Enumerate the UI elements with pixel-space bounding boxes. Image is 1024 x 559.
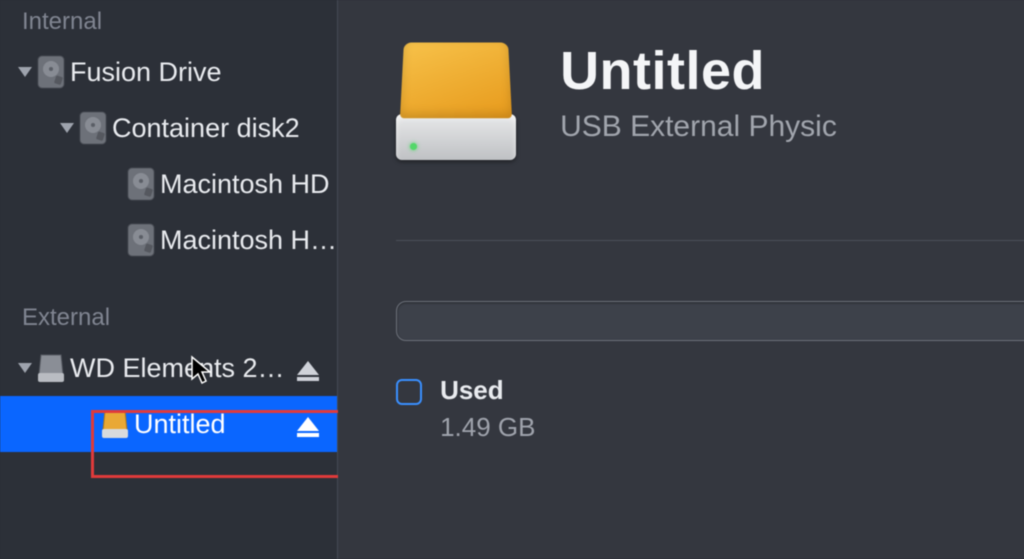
sidebar-item-macintosh-hd-data[interactable]: Macintosh H…	[0, 212, 337, 268]
sidebar-item-label: Fusion Drive	[70, 57, 337, 88]
used-swatch	[396, 379, 422, 405]
usage-legend: Used 1.49 GB	[396, 375, 1024, 443]
sidebar: Internal Fusion Drive	[0, 0, 338, 559]
section-heading-internal: Internal	[0, 6, 337, 44]
sidebar-item-wd-elements[interactable]: WD Elements 2…	[0, 340, 337, 396]
sidebar-item-label: WD Elements 2…	[70, 353, 300, 384]
chevron-down-icon[interactable]	[60, 123, 74, 133]
used-label: Used	[440, 375, 535, 406]
section-heading-external: External	[0, 302, 337, 340]
volume-icon	[396, 40, 516, 160]
sidebar-item-label: Macintosh H…	[160, 225, 337, 256]
hdd-icon	[122, 222, 160, 258]
hdd-icon	[74, 110, 112, 146]
chevron-down-icon[interactable]	[18, 67, 32, 77]
sidebar-item-container-disk2[interactable]: Container disk2	[0, 100, 337, 156]
eject-icon[interactable]	[297, 361, 319, 375]
sidebar-item-untitled[interactable]: Untitled	[0, 396, 337, 452]
sidebar-item-macintosh-hd[interactable]: Macintosh HD	[0, 156, 337, 212]
volume-subtitle: USB External Physic	[560, 110, 837, 144]
external-disk-icon	[32, 351, 70, 385]
sidebar-item-label: Container disk2	[112, 113, 337, 144]
usage-bar	[396, 301, 1024, 341]
external-disk-icon	[96, 407, 134, 441]
detail-pane: Untitled USB External Physic Used 1.49 G…	[338, 0, 1024, 559]
divider	[396, 240, 1024, 241]
hdd-icon	[122, 166, 160, 202]
sidebar-item-fusion-drive[interactable]: Fusion Drive	[0, 44, 337, 100]
hdd-icon	[32, 54, 70, 90]
volume-title: Untitled	[560, 40, 837, 102]
eject-icon[interactable]	[297, 417, 319, 431]
used-value: 1.49 GB	[440, 412, 535, 443]
chevron-down-icon[interactable]	[18, 363, 32, 373]
sidebar-item-label: Macintosh HD	[160, 169, 337, 200]
